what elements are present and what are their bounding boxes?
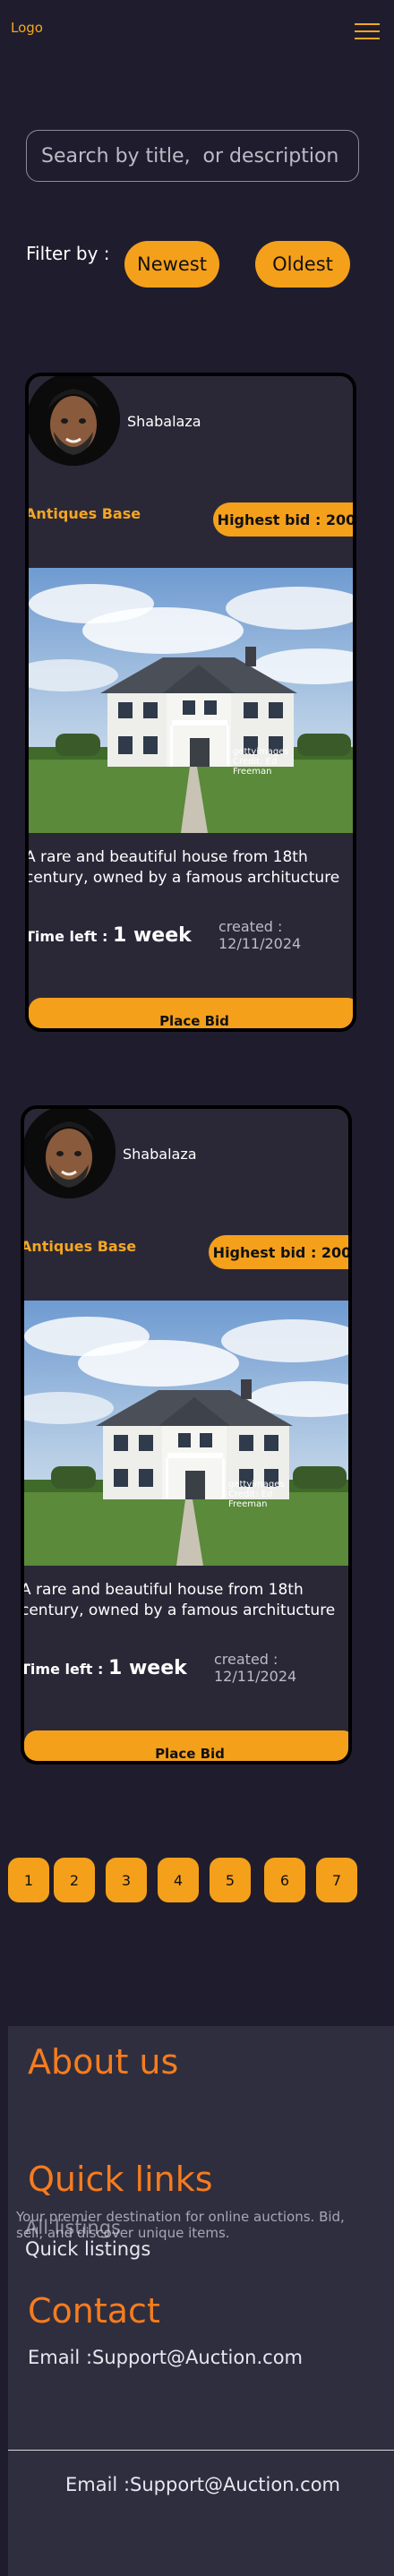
time-left-label: Time left : [21, 1661, 104, 1678]
footer-divider [8, 2450, 394, 2451]
footer-quick-links-heading: Quick links [28, 2160, 213, 2199]
page-button[interactable]: 7 [316, 1858, 357, 1902]
seller-avatar [24, 1109, 116, 1198]
time-left-value: 1 week [107, 1657, 187, 1679]
highest-bid-badge: Highest bid : 200 [213, 502, 353, 537]
listing-description: A rare and beautiful house from 18th cen… [25, 848, 340, 887]
filter-oldest-button[interactable]: Oldest [255, 241, 350, 288]
place-bid-button[interactable]: Place Bid [29, 998, 353, 1028]
page-button[interactable]: 6 [264, 1858, 305, 1902]
page-button[interactable]: 5 [210, 1858, 251, 1902]
shop-name: Antiques Base [25, 505, 141, 522]
seller-name: Shabalaza [123, 1146, 197, 1163]
page-button[interactable]: 4 [158, 1858, 199, 1902]
menu-icon[interactable] [355, 23, 380, 41]
filter-label: Filter by : [26, 243, 110, 264]
image-watermark: gettyimages Credit: Ed Freeman [233, 747, 289, 777]
listing-image[interactable]: gettyimages Credit: Ed Freeman [29, 568, 353, 833]
footer-contact-email[interactable]: Email :Support@Auction.com [28, 2347, 303, 2368]
listing-description: A rare and beautiful house from 18th cen… [21, 1581, 336, 1619]
time-left-value: 1 week [112, 924, 192, 947]
seller-avatar [29, 376, 120, 466]
listing-card: Shabalaza Antiques Base Highest bid : 20… [25, 373, 356, 1032]
page-button[interactable]: 1 [8, 1858, 49, 1902]
footer-link-quick-listings[interactable]: Quick listings [25, 2238, 150, 2260]
search-input[interactable] [26, 130, 359, 182]
page-button[interactable]: 3 [106, 1858, 147, 1902]
created-date: created : 12/11/2024 [214, 1651, 297, 1685]
shop-name: Antiques Base [21, 1238, 137, 1255]
created-date: created : 12/11/2024 [218, 918, 302, 952]
time-left: Time left : 1 week [25, 924, 192, 947]
page-button[interactable]: 2 [54, 1858, 95, 1902]
highest-bid-badge: Highest bid : 200 [209, 1235, 348, 1269]
footer-link-all-listings[interactable]: All listings [25, 2217, 121, 2238]
image-watermark: gettyimages Credit: Ed Freeman [228, 1480, 285, 1509]
filter-newest-button[interactable]: Newest [124, 241, 219, 288]
listing-image[interactable]: gettyimages Credit: Ed Freeman [24, 1301, 348, 1566]
logo[interactable]: Logo [11, 20, 43, 36]
time-left-label: Time left : [25, 928, 108, 945]
footer-about-heading: About us [28, 2042, 179, 2082]
time-left: Time left : 1 week [21, 1657, 187, 1679]
seller-name: Shabalaza [127, 413, 201, 430]
place-bid-button[interactable]: Place Bid [24, 1730, 348, 1761]
listing-card: Shabalaza Antiques Base Highest bid : 20… [21, 1105, 352, 1765]
footer-contact-heading: Contact [28, 2291, 160, 2331]
footer-bottom-email[interactable]: Email :Support@Auction.com [65, 2474, 340, 2495]
